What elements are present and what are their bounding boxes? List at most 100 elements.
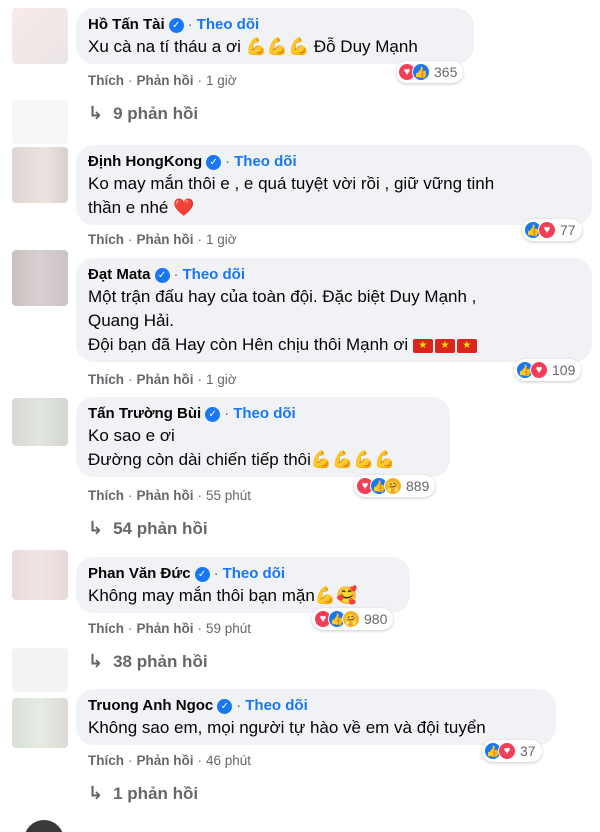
separator-dot: · [197, 372, 203, 387]
comment-bubble: Định HongKong ✓ · Theo dõi Ko may mắn th… [76, 145, 592, 225]
separator-dot: · [187, 16, 193, 33]
reply-arrow-icon: ↳ [88, 103, 104, 123]
follow-button[interactable]: Theo dõi [197, 15, 260, 35]
separator-dot: · [173, 266, 179, 283]
separator-dot: · [224, 405, 230, 422]
comment-bubble: Phan Văn Đức ✓ · Theo dõi Không may mắn … [76, 557, 410, 613]
reaction-summary[interactable]: ♥ 👍 365 [396, 61, 464, 83]
follow-button[interactable]: Theo dõi [245, 696, 308, 716]
reaction-summary[interactable]: 👍 ♥ 77 [522, 219, 582, 241]
commenter-name[interactable]: Đạt Mata [88, 265, 151, 285]
reply-arrow-icon: ↳ [88, 783, 104, 803]
comment-bubble: Hồ Tấn Tài ✓ · Theo dõi Xu cà na tí tháu… [76, 8, 474, 64]
like-link[interactable]: Thích [88, 488, 124, 503]
love-reaction-icon: ♥ [538, 221, 556, 239]
separator-dot: · [236, 697, 242, 714]
reply-avatar [12, 100, 68, 144]
comment-bubble: Đạt Mata ✓ · Theo dõi Một trận đấu hay c… [76, 258, 592, 362]
comment-actions: Thích · Phản hồi · 1 giờ [88, 232, 237, 247]
follow-button[interactable]: Theo dõi [183, 265, 246, 285]
vietnam-flag-icon: ★ [412, 338, 433, 353]
reaction-summary[interactable]: 👍 ♥ 109 [514, 359, 582, 381]
reaction-summary[interactable]: ♥ 👍 🤗 889 [354, 475, 436, 497]
view-replies-link[interactable]: ↳ 54 phản hồi [88, 518, 208, 539]
separator-dot: · [128, 372, 133, 387]
avatar[interactable] [12, 398, 68, 446]
timestamp[interactable]: 1 giờ [206, 372, 237, 387]
replies-count[interactable]: 1 phản hồi [113, 784, 198, 804]
like-reaction-icon: 👍 [412, 63, 430, 81]
reaction-summary[interactable]: ♥ 👍 🤗 980 [312, 608, 394, 630]
avatar[interactable] [12, 8, 68, 64]
verified-badge-icon: ✓ [206, 154, 222, 170]
like-link[interactable]: Thích [88, 372, 124, 387]
reply-arrow-icon: ↳ [88, 518, 104, 538]
reply-link[interactable]: Phản hồi [137, 488, 194, 503]
like-link[interactable]: Thích [88, 621, 124, 636]
reply-link[interactable]: Phản hồi [137, 621, 194, 636]
replies-count[interactable]: 9 phản hồi [113, 104, 198, 124]
separator-dot: · [197, 73, 203, 88]
like-link[interactable]: Thích [88, 232, 124, 247]
like-link[interactable]: Thích [88, 753, 124, 768]
reply-link[interactable]: Phản hồi [137, 372, 194, 387]
reaction-count: 37 [520, 743, 536, 759]
love-reaction-icon: ♥ [530, 361, 548, 379]
reply-link[interactable]: Phản hồi [137, 232, 194, 247]
comment-actions: Thích · Phản hồi · 59 phút [88, 621, 251, 636]
follow-button[interactable]: Theo dõi [223, 564, 286, 584]
reaction-count: 365 [434, 64, 458, 80]
commenter-name[interactable]: Truong Anh Ngoc [88, 696, 213, 716]
comment-text: Một trận đấu hay của toàn đội. Đặc biệt … [88, 285, 580, 357]
reaction-count: 889 [406, 478, 430, 494]
timestamp[interactable]: 1 giờ [206, 73, 237, 88]
verified-badge-icon: ✓ [217, 698, 233, 714]
follow-button[interactable]: Theo dõi [234, 152, 297, 172]
verified-badge-icon: ✓ [194, 566, 210, 582]
commenter-name[interactable]: Định HongKong [88, 152, 202, 172]
separator-dot: · [128, 232, 133, 247]
care-reaction-icon: 🤗 [384, 477, 402, 495]
like-link[interactable]: Thích [88, 73, 124, 88]
vietnam-flag-icon: ★ [434, 338, 455, 353]
timestamp[interactable]: 1 giờ [206, 232, 237, 247]
timestamp[interactable]: 55 phút [206, 488, 251, 503]
comment-actions: Thích · Phản hồi · 1 giờ [88, 73, 237, 88]
replies-count[interactable]: 54 phản hồi [113, 519, 207, 539]
reaction-count: 109 [552, 362, 576, 378]
separator-dot: · [128, 753, 133, 768]
reply-link[interactable]: Phản hồi [137, 73, 194, 88]
reply-link[interactable]: Phản hồi [137, 753, 194, 768]
view-replies-link[interactable]: ↳ 9 phản hồi [88, 103, 198, 124]
replies-count[interactable]: 38 phản hồi [113, 652, 207, 672]
comment-text: Không may mắn thôi bạn mặn💪🥰 [88, 586, 358, 605]
follow-button[interactable]: Theo dõi [233, 404, 296, 424]
comment-text: Ko sao e ơi Đường còn dài chiến tiếp thô… [88, 426, 396, 469]
reaction-summary[interactable]: 👍 ♥ 37 [482, 740, 542, 762]
comment-text: Ko may mắn thôi e , e quá tuyệt vời rồi … [88, 174, 495, 217]
comment-actions: Thích · Phản hồi · 55 phút [88, 488, 251, 503]
commenter-name[interactable]: Phan Văn Đức [88, 564, 191, 584]
avatar[interactable] [12, 550, 68, 600]
commenter-name[interactable]: Tấn Trường Bùi [88, 404, 201, 424]
next-comment-avatar[interactable] [24, 820, 64, 832]
commenter-name[interactable]: Hồ Tấn Tài [88, 15, 165, 35]
reaction-count: 980 [364, 611, 388, 627]
avatar[interactable] [12, 250, 68, 306]
view-replies-link[interactable]: ↳ 38 phản hồi [88, 651, 208, 672]
separator-dot: · [197, 621, 203, 636]
separator-dot: · [213, 565, 219, 582]
comment-actions: Thích · Phản hồi · 46 phút [88, 753, 251, 768]
avatar[interactable] [12, 147, 68, 203]
separator-dot: · [197, 488, 203, 503]
reply-avatar [12, 648, 68, 692]
timestamp[interactable]: 59 phút [206, 621, 251, 636]
comment-actions: Thích · Phản hồi · 1 giờ [88, 372, 237, 387]
timestamp[interactable]: 46 phút [206, 753, 251, 768]
avatar[interactable] [12, 698, 68, 748]
view-replies-link[interactable]: ↳ 1 phản hồi [88, 783, 198, 804]
verified-badge-icon: ✓ [205, 406, 221, 422]
comment-bubble: Truong Anh Ngoc ✓ · Theo dõi Không sao e… [76, 689, 556, 745]
separator-dot: · [225, 153, 231, 170]
reply-arrow-icon: ↳ [88, 651, 104, 671]
